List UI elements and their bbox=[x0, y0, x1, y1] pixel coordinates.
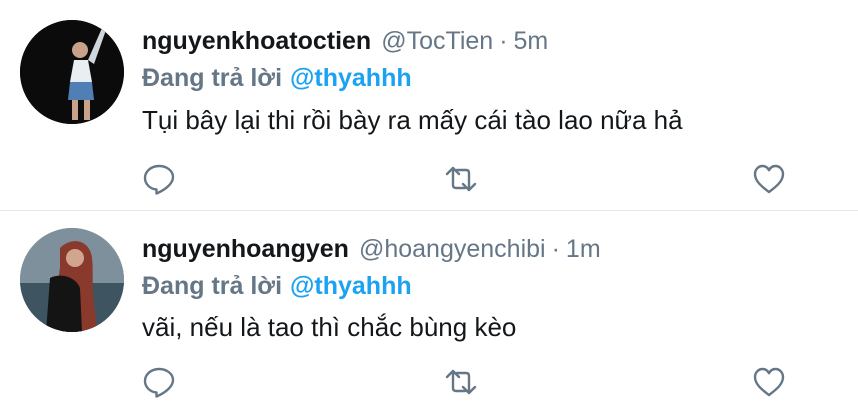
tweet-text: Tụi bây lại thi rồi bày ra mấy cái tào l… bbox=[142, 105, 683, 135]
tweet-timestamp[interactable]: 5m bbox=[514, 27, 549, 55]
like-icon bbox=[753, 367, 785, 397]
tweet[interactable]: nguyenhoangyen @hoangyenchibi · 1m Đang trả… bbox=[0, 211, 858, 411]
separator-dot: · bbox=[499, 27, 508, 55]
retweet-button[interactable] bbox=[444, 366, 478, 398]
tweet-header: nguyenkhoatoctien @TocTien · 5m bbox=[142, 27, 548, 56]
like-icon bbox=[753, 164, 785, 194]
reply-icon bbox=[143, 367, 175, 398]
like-button[interactable] bbox=[752, 163, 786, 195]
tweet-actions bbox=[0, 163, 858, 195]
tweet-header: nguyenhoangyen @hoangyenchibi · 1m bbox=[142, 235, 601, 264]
reply-to-mention[interactable]: @thyahhh bbox=[290, 64, 412, 92]
tweet[interactable]: nguyenkhoatoctien @TocTien · 5m Đang trả lờ… bbox=[0, 0, 858, 210]
avatar[interactable] bbox=[20, 20, 124, 124]
avatar-image bbox=[20, 228, 124, 332]
reply-icon bbox=[143, 164, 175, 195]
reply-label: Đang trả lời bbox=[142, 272, 283, 300]
reply-button[interactable] bbox=[142, 366, 176, 398]
retweet-button[interactable] bbox=[444, 163, 478, 195]
avatar[interactable] bbox=[20, 228, 124, 332]
tweet-text: vãi, nếu là tao thì chắc bùng kèo bbox=[142, 312, 517, 342]
like-button[interactable] bbox=[752, 366, 786, 398]
retweet-icon bbox=[445, 369, 477, 395]
user-handle[interactable]: @hoangyenchibi bbox=[359, 235, 546, 263]
avatar-image bbox=[20, 20, 124, 124]
tweet-actions bbox=[0, 366, 858, 398]
separator-dot: · bbox=[551, 235, 560, 263]
user-handle[interactable]: @TocTien bbox=[381, 27, 493, 55]
reply-button[interactable] bbox=[142, 163, 176, 195]
reply-context: Đang trả lời @thyahhh bbox=[142, 64, 412, 93]
reply-label: Đang trả lời bbox=[142, 64, 283, 92]
retweet-icon bbox=[445, 166, 477, 192]
tweet-timestamp[interactable]: 1m bbox=[566, 235, 601, 263]
display-name[interactable]: nguyenkhoatoctien bbox=[142, 27, 371, 55]
reply-to-mention[interactable]: @thyahhh bbox=[290, 272, 412, 300]
reply-context: Đang trả lời @thyahhh bbox=[142, 272, 412, 301]
display-name[interactable]: nguyenhoangyen bbox=[142, 235, 349, 263]
